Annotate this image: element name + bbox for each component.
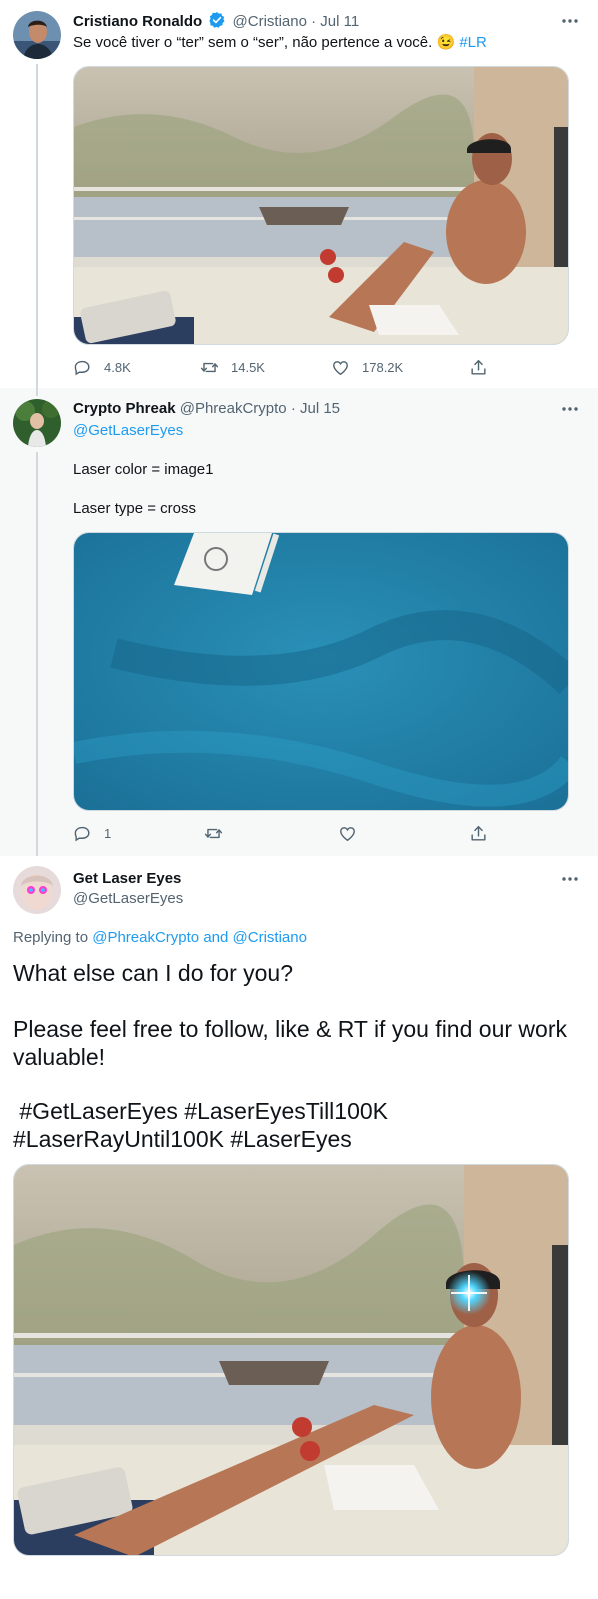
avatar[interactable] <box>13 866 61 914</box>
share-icon <box>469 824 488 843</box>
tweet-text-content: Se você tiver o “ter” sem o “ser”, não p… <box>73 34 456 51</box>
separator: · <box>311 13 317 30</box>
tweet-photo[interactable] <box>13 1164 569 1556</box>
like-icon <box>338 824 357 843</box>
thread-line <box>36 64 38 388</box>
author-handle[interactable]: @Cristiano <box>233 13 307 30</box>
retweet-button[interactable]: 14.5K <box>200 357 265 377</box>
retweet-count: 14.5K <box>231 359 265 375</box>
tweet-text-line: Laser type = cross <box>73 500 196 517</box>
like-button[interactable] <box>338 823 357 843</box>
tweet-paragraph: Please feel free to follow, like & RT if… <box>13 1016 567 1070</box>
tweet-text: Se você tiver o “ter” sem o “ser”, não p… <box>73 33 487 53</box>
reply-count: 4.8K <box>104 359 131 375</box>
replying-to: Replying to @PhreakCrypto and @Cristiano <box>13 929 307 946</box>
thread-line <box>36 452 38 856</box>
tweet-paragraph: What else can I do for you? <box>13 960 293 986</box>
tweet-date[interactable]: Jul 11 <box>320 13 359 30</box>
author-name[interactable]: Cristiano Ronaldo <box>73 13 202 30</box>
tweet-header: @GetLaserEyes <box>73 889 183 909</box>
tweet-cristiano[interactable]: Cristiano Ronaldo @Cristiano · Jul 11 Se… <box>0 0 598 388</box>
retweet-icon <box>200 358 219 377</box>
author-name[interactable]: Crypto Phreak <box>73 400 176 417</box>
author-handle[interactable]: @GetLaserEyes <box>73 890 183 907</box>
share-icon <box>469 358 488 377</box>
more-icon[interactable] <box>560 11 580 31</box>
separator: · <box>290 400 296 417</box>
tweet-crypto-phreak[interactable]: Crypto Phreak @PhreakCrypto · Jul 15 @Ge… <box>0 388 598 856</box>
tweet-actions: 4.8K 14.5K 178.2K <box>73 357 493 377</box>
tweet-header: Crypto Phreak @PhreakCrypto · Jul 15 <box>73 399 340 419</box>
tweet-header: Get Laser Eyes <box>73 869 181 889</box>
tweet-photo[interactable] <box>73 532 569 811</box>
author-handle[interactable]: @PhreakCrypto <box>180 400 287 417</box>
like-icon <box>331 358 350 377</box>
tweet-get-laser-eyes: Get Laser Eyes @GetLaserEyes Replying to… <box>0 856 598 1599</box>
share-button[interactable] <box>469 357 488 377</box>
reply-icon <box>73 824 92 843</box>
more-icon[interactable] <box>560 399 580 419</box>
tweet-header: Cristiano Ronaldo @Cristiano · Jul 11 <box>73 11 359 35</box>
tweet-actions: 1 <box>73 823 493 843</box>
thread-line <box>36 388 38 396</box>
tweet-text-line: Laser color = image1 <box>73 461 214 478</box>
reply-button[interactable]: 4.8K <box>73 357 131 377</box>
avatar[interactable] <box>13 11 61 59</box>
hashtag-link[interactable]: #LR <box>459 34 487 51</box>
retweet-icon <box>204 824 223 843</box>
like-button[interactable]: 178.2K <box>331 357 403 377</box>
avatar[interactable] <box>13 399 61 447</box>
reply-count: 1 <box>104 825 112 841</box>
tweet-photo[interactable] <box>73 66 569 345</box>
like-count: 178.2K <box>362 359 404 375</box>
author-name[interactable]: Get Laser Eyes <box>73 870 181 887</box>
verified-badge-icon <box>208 11 226 35</box>
reply-icon <box>73 358 92 377</box>
retweet-button[interactable] <box>204 823 223 843</box>
replying-prefix: Replying to <box>13 929 89 946</box>
replying-to-links[interactable]: @PhreakCrypto and @Cristiano <box>92 929 307 946</box>
tweet-date[interactable]: Jul 15 <box>300 400 340 417</box>
more-icon[interactable] <box>560 869 580 889</box>
mention-link[interactable]: @GetLaserEyes <box>73 421 183 441</box>
share-button[interactable] <box>469 823 488 843</box>
hashtag-links[interactable]: #GetLaserEyes #LaserEyesTill100K <box>13 1097 388 1125</box>
reply-button[interactable]: 1 <box>73 823 111 843</box>
hashtag-links[interactable]: #LaserRayUntil100K #LaserEyes <box>13 1125 352 1153</box>
